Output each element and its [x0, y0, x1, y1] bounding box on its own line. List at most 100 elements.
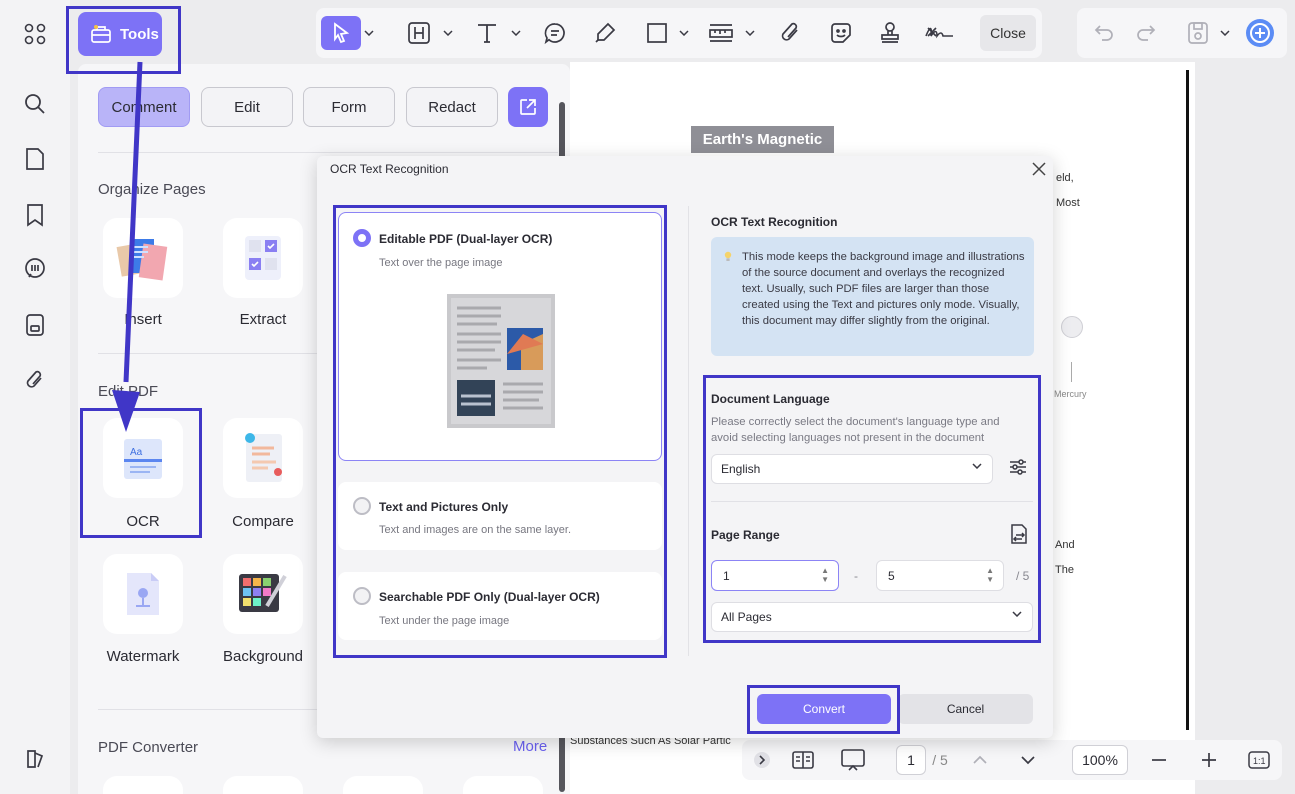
- zoom-in-icon[interactable]: [1197, 740, 1221, 780]
- range-to-input[interactable]: 5 ▲ ▼: [876, 560, 1004, 591]
- converter-tile[interactable]: [463, 776, 543, 794]
- extract-tool-label: Extract: [239, 311, 287, 328]
- text-tool-icon[interactable]: [472, 16, 502, 50]
- page-edge: [1186, 70, 1189, 730]
- radio-editable-pdf[interactable]: [353, 229, 371, 247]
- document-text-fragment: And: [1055, 539, 1075, 551]
- document-preview-image: [447, 294, 555, 428]
- document-heading-badge: Earth's Magnetic: [691, 126, 834, 153]
- theme-toggle-icon[interactable]: [20, 744, 50, 774]
- page-range-select-value: All Pages: [721, 610, 772, 624]
- export-button[interactable]: [508, 87, 548, 127]
- compare-tool-tile[interactable]: [223, 418, 303, 498]
- presentation-icon[interactable]: [838, 740, 868, 780]
- previous-page-icon[interactable]: [968, 740, 992, 780]
- select-tool-button[interactable]: [321, 16, 361, 50]
- tab-form[interactable]: Form: [303, 87, 395, 127]
- converter-tile[interactable]: [343, 776, 423, 794]
- chevron-down-icon[interactable]: [744, 16, 756, 50]
- language-select[interactable]: English: [711, 454, 993, 484]
- document-text-fragment: Most: [1056, 197, 1080, 209]
- expand-panel-icon[interactable]: [752, 740, 772, 780]
- comment-tool-icon[interactable]: [540, 16, 570, 50]
- page-number-input[interactable]: 1: [896, 745, 926, 775]
- cancel-button[interactable]: Cancel: [898, 694, 1033, 724]
- actual-size-icon[interactable]: 1:1: [1246, 740, 1272, 780]
- option-title: Text and Pictures Only: [379, 500, 509, 514]
- chevron-down-icon[interactable]: [363, 16, 375, 50]
- convert-button[interactable]: Convert: [757, 694, 891, 724]
- ocr-scan-icon: Aa: [118, 433, 168, 483]
- stepper-arrows-icon[interactable]: ▲ ▼: [821, 566, 829, 584]
- zoom-level-input[interactable]: 100%: [1072, 745, 1128, 775]
- tools-button[interactable]: Tools: [78, 12, 162, 56]
- radio-text-and-pictures[interactable]: [353, 497, 371, 515]
- range-to-value: 5: [888, 568, 895, 583]
- ai-assistant-icon[interactable]: [1243, 16, 1277, 50]
- page-total: / 5: [932, 752, 948, 768]
- language-settings-icon[interactable]: [1008, 457, 1028, 477]
- tab-edit[interactable]: Edit: [201, 87, 293, 127]
- sticker-icon[interactable]: [826, 16, 856, 50]
- chevron-down-icon: [1012, 611, 1022, 617]
- page-range-title: Page Range: [711, 528, 780, 542]
- svg-text:Aa: Aa: [130, 447, 143, 458]
- background-tool-tile[interactable]: [223, 554, 303, 634]
- paperclip-icon[interactable]: [776, 16, 806, 50]
- planet-circle: [1061, 316, 1083, 338]
- range-from-value: 1: [723, 568, 730, 583]
- page-range-select[interactable]: All Pages: [711, 602, 1033, 632]
- search-icon[interactable]: [20, 89, 50, 119]
- range-from-input[interactable]: 1 ▲ ▼: [711, 560, 839, 591]
- form-fields-icon[interactable]: [20, 310, 50, 340]
- rectangle-tool-icon[interactable]: [642, 16, 672, 50]
- option-text-and-pictures[interactable]: [338, 482, 662, 550]
- chevron-down-icon[interactable]: [678, 16, 690, 50]
- tab-redact[interactable]: Redact: [406, 87, 498, 127]
- chevron-down-icon[interactable]: [1219, 16, 1231, 50]
- heading-tool-icon[interactable]: [404, 16, 434, 50]
- extract-tool-tile[interactable]: [223, 218, 303, 298]
- bookmark-icon[interactable]: [20, 200, 50, 230]
- converter-tile[interactable]: [103, 776, 183, 794]
- save-icon[interactable]: [1183, 16, 1213, 50]
- watermark-icon: [121, 569, 165, 619]
- ocr-tool-label: OCR: [126, 513, 160, 530]
- watermark-tool-tile[interactable]: [103, 554, 183, 634]
- document-text-fragment: The: [1055, 564, 1074, 576]
- pen-tool-icon[interactable]: [590, 16, 620, 50]
- next-page-icon[interactable]: [1016, 740, 1040, 780]
- attachment-icon[interactable]: [20, 365, 50, 395]
- palette-icon: [235, 570, 291, 618]
- measure-tool-icon[interactable]: [706, 16, 736, 50]
- option-description: Text over the page image: [379, 257, 503, 269]
- close-tools-button[interactable]: Close: [980, 15, 1036, 51]
- divider: [98, 152, 558, 153]
- converter-tile[interactable]: [223, 776, 303, 794]
- option-searchable-pdf[interactable]: [338, 572, 662, 640]
- page-navigation-bar: / 5 1:1: [742, 740, 1282, 780]
- close-icon[interactable]: [1029, 159, 1049, 179]
- redo-icon[interactable]: [1131, 16, 1161, 50]
- document-text-fragment: Mercury: [1054, 389, 1087, 399]
- zoom-out-icon[interactable]: [1147, 740, 1171, 780]
- chevron-down-icon[interactable]: [510, 16, 522, 50]
- divider: [98, 709, 323, 710]
- chevron-down-icon[interactable]: [442, 16, 454, 50]
- stepper-arrows-icon[interactable]: ▲ ▼: [986, 566, 994, 584]
- mode-info-text: This mode keeps the background image and…: [742, 251, 1025, 327]
- language-select-value: English: [721, 462, 761, 476]
- extract-pages-icon: [241, 232, 285, 284]
- planet-line: [1071, 362, 1072, 382]
- more-link[interactable]: More: [513, 738, 547, 755]
- undo-icon[interactable]: [1089, 16, 1119, 50]
- stamp-icon[interactable]: [875, 16, 905, 50]
- radio-searchable-pdf[interactable]: [353, 587, 371, 605]
- page-range-icon[interactable]: [1009, 523, 1029, 545]
- option-description: Text and images are on the same layer.: [379, 524, 571, 536]
- reading-mode-icon[interactable]: [788, 740, 818, 780]
- signature-icon[interactable]: [922, 16, 958, 50]
- comment-list-icon[interactable]: [20, 254, 50, 284]
- page-thumbnail-icon[interactable]: [20, 144, 50, 174]
- apps-grid-icon[interactable]: [20, 19, 50, 49]
